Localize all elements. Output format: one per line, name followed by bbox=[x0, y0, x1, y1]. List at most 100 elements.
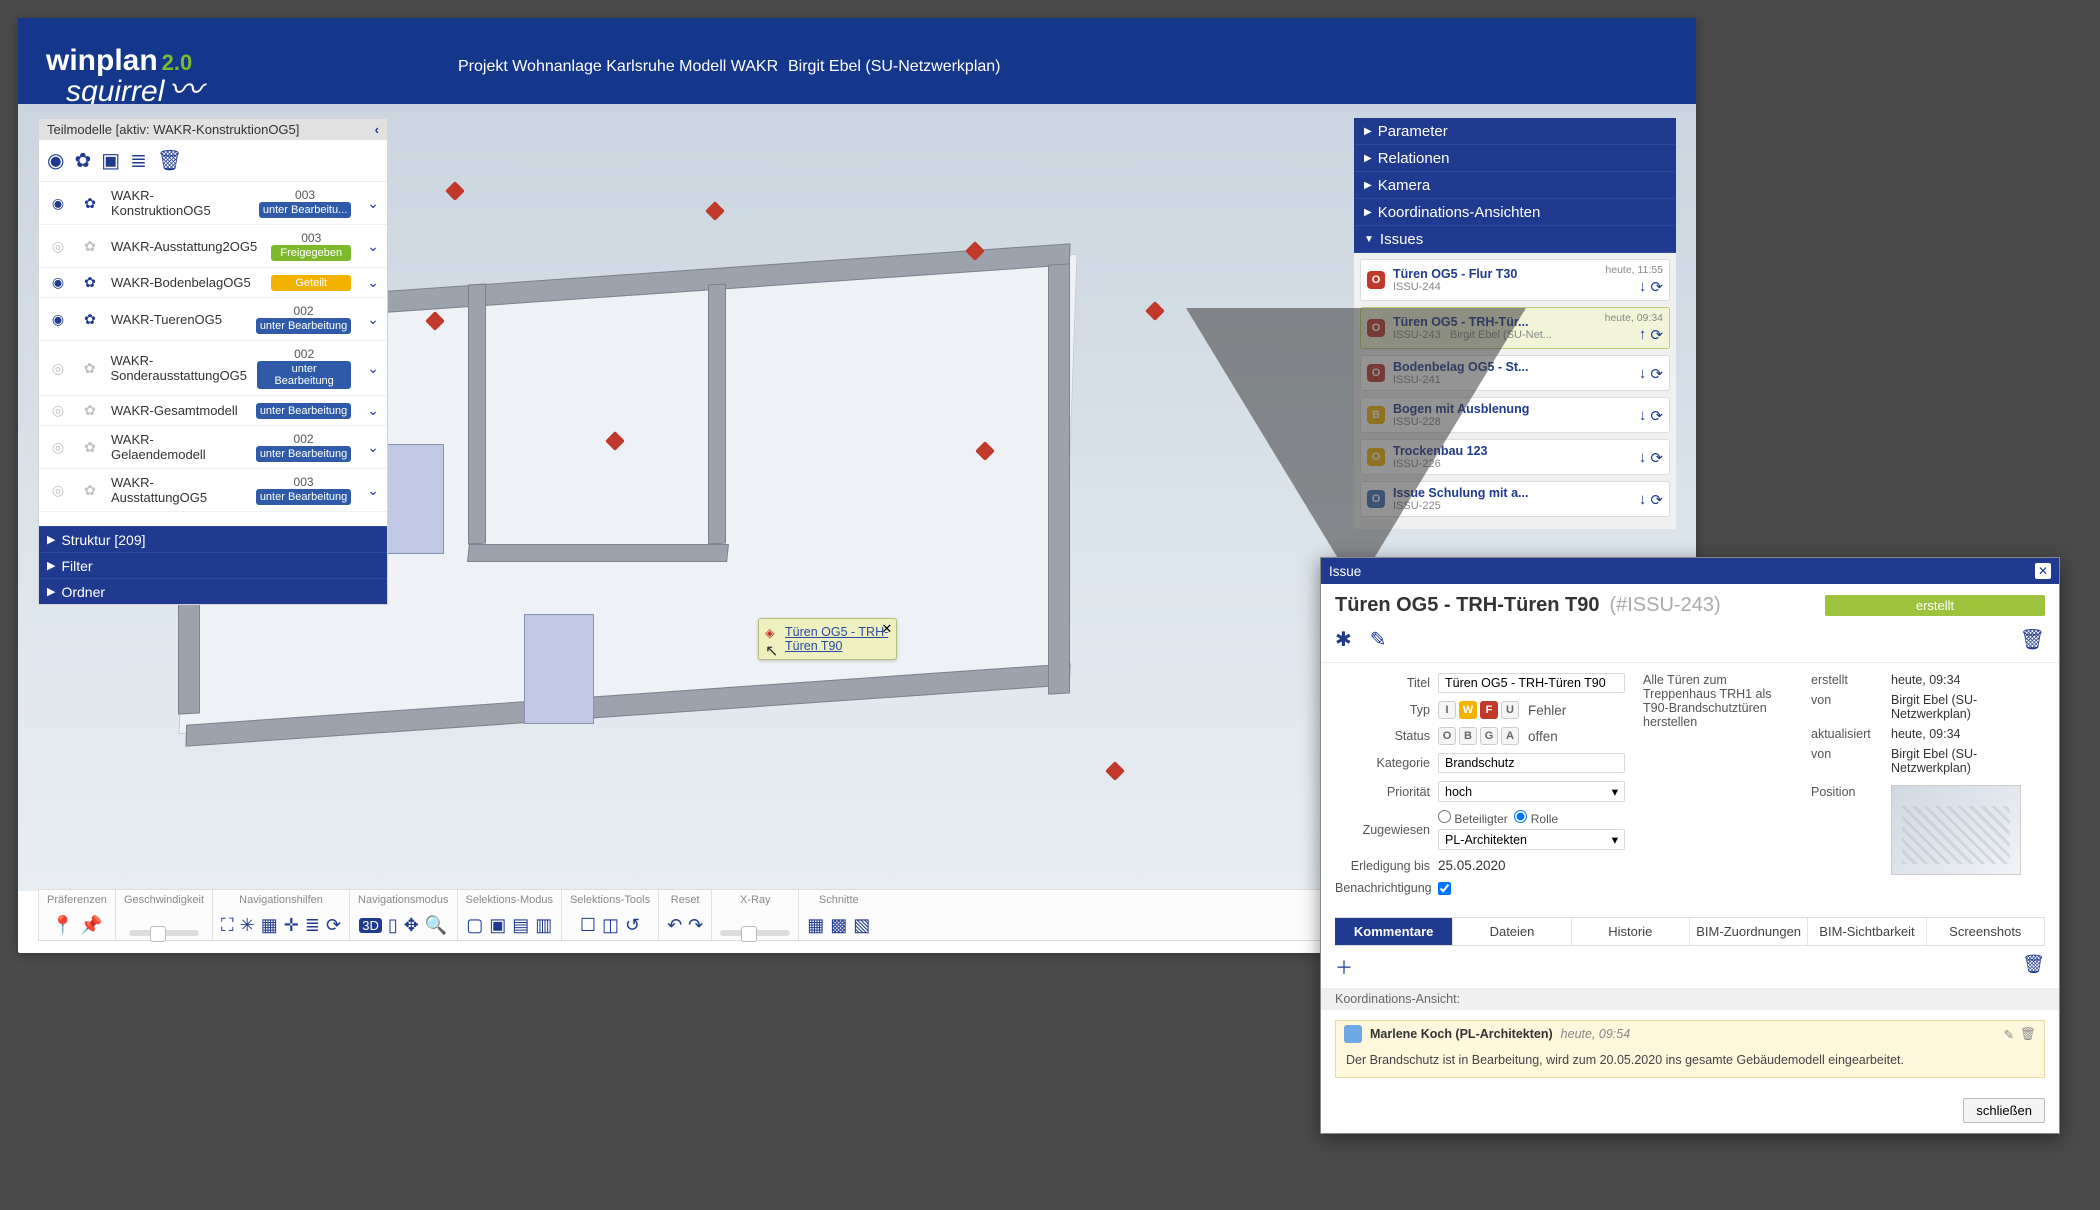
arrow-icon[interactable]: ↓ bbox=[1639, 365, 1647, 383]
section-z-icon[interactable]: ▧ bbox=[853, 915, 870, 936]
chevron-down-icon[interactable]: ⌄ bbox=[367, 360, 379, 377]
issue-tooltip[interactable]: ◈ ✕ Türen OG5 - TRH- Türen T90 ↖ bbox=[758, 618, 897, 660]
refresh-icon[interactable]: ⟳ bbox=[1650, 491, 1663, 509]
titel-input[interactable]: Türen OG5 - TRH-Türen T90 bbox=[1438, 673, 1625, 693]
section-filter[interactable]: ▶Filter bbox=[39, 552, 387, 578]
gear-icon[interactable]: ✿ bbox=[79, 311, 101, 328]
refresh-icon[interactable]: ⟳ bbox=[1650, 278, 1663, 296]
arrow-icon[interactable]: ↓ bbox=[1639, 278, 1647, 296]
trash-icon[interactable]: 🗑 bbox=[2022, 954, 2045, 980]
kategorie-input[interactable]: Brandschutz bbox=[1438, 753, 1625, 773]
compass-icon[interactable]: ✳ bbox=[240, 915, 255, 936]
eye-icon[interactable]: ◉ bbox=[47, 311, 69, 328]
gear-icon[interactable]: ✿ bbox=[79, 439, 101, 456]
tab-dateien[interactable]: Dateien bbox=[1453, 918, 1571, 945]
acc-parameter[interactable]: ▶Parameter bbox=[1354, 118, 1676, 145]
gear-icon[interactable]: ✿ bbox=[74, 148, 91, 173]
zugewiesen-select[interactable]: PL-Architekten▾ bbox=[1438, 829, 1625, 850]
speed-slider[interactable] bbox=[129, 930, 199, 936]
model-row[interactable]: ◉✿WAKR-KonstruktionOG5003unter Bearbeitu… bbox=[39, 182, 387, 225]
mode-3d-icon[interactable]: 3D bbox=[359, 918, 382, 933]
arrow-icon[interactable]: ↑ bbox=[1639, 326, 1647, 344]
issue-card[interactable]: BBogen mit AusblenungISSU-228↓⟳ bbox=[1360, 397, 1670, 433]
gear-icon[interactable]: ✿ bbox=[79, 360, 101, 377]
arrow-icon[interactable]: ↓ bbox=[1639, 491, 1647, 509]
tool-cycle-icon[interactable]: ↺ bbox=[625, 915, 640, 936]
position-thumbnail[interactable] bbox=[1891, 785, 2021, 875]
model-row[interactable]: ◉✿WAKR-BodenbelagOG5Geteilt⌄ bbox=[39, 268, 387, 298]
fullscreen-icon[interactable]: ⛶ bbox=[221, 915, 234, 936]
model-row[interactable]: ◎✿WAKR-AusstattungOG5003unter Bearbeitun… bbox=[39, 469, 387, 512]
model-row[interactable]: ◎✿WAKR-Gesamtmodellunter Bearbeitung⌄ bbox=[39, 396, 387, 426]
mode-zoom-icon[interactable]: 🔍 bbox=[425, 915, 447, 936]
list-icon[interactable]: ≣ bbox=[305, 915, 320, 936]
issue-card[interactable]: OTüren OG5 - TRH-Tür...ISSU-243 Birgit E… bbox=[1360, 307, 1670, 349]
tooltip-link[interactable]: Türen OG5 - TRH- Türen T90 bbox=[785, 625, 888, 653]
typ-w-chip[interactable]: W bbox=[1459, 701, 1477, 719]
sel-single-icon[interactable]: ▢ bbox=[466, 915, 483, 936]
eye-icon[interactable]: ◎ bbox=[47, 439, 69, 456]
mode-pan-icon[interactable]: ✥ bbox=[404, 915, 419, 936]
xray-slider[interactable] bbox=[720, 930, 790, 936]
acc-koordinations-ansichten[interactable]: ▶Koordinations-Ansichten bbox=[1354, 199, 1676, 226]
issue-card[interactable]: OTüren OG5 - Flur T30ISSU-244heute, 11:5… bbox=[1360, 259, 1670, 301]
status-g-chip[interactable]: G bbox=[1480, 727, 1498, 745]
chevron-left-icon[interactable]: ‹ bbox=[375, 122, 379, 137]
list-icon[interactable]: ≣ bbox=[130, 148, 147, 173]
axes-icon[interactable]: ✛ bbox=[284, 915, 299, 936]
eye-icon[interactable]: ◎ bbox=[47, 360, 69, 377]
gear-icon[interactable]: ✿ bbox=[79, 238, 101, 255]
erledigung-value[interactable]: 25.05.2020 bbox=[1438, 858, 1625, 873]
chevron-down-icon[interactable]: ⌄ bbox=[367, 274, 379, 291]
edit-icon[interactable]: ✎ bbox=[1370, 627, 1387, 652]
refresh-icon[interactable]: ⟳ bbox=[1650, 449, 1663, 467]
sel-sub-icon[interactable]: ▤ bbox=[512, 915, 529, 936]
model-row[interactable]: ◎✿WAKR-SonderausstattungOG5002unter Bear… bbox=[39, 341, 387, 396]
trash-icon[interactable]: 🗑 bbox=[2020, 1027, 2036, 1042]
eye-icon[interactable]: ◎ bbox=[47, 238, 69, 255]
undo-icon[interactable]: ↶ bbox=[667, 915, 682, 936]
tooltip-close-icon[interactable]: ✕ bbox=[881, 621, 892, 637]
tab-bim-zuordnungen[interactable]: BIM-Zuordnungen bbox=[1690, 918, 1808, 945]
close-button[interactable]: schließen bbox=[1963, 1098, 2045, 1123]
gear-icon[interactable]: ✿ bbox=[79, 195, 101, 212]
status-b-chip[interactable]: B bbox=[1459, 727, 1477, 745]
issue-window-header[interactable]: Issue ✕ bbox=[1321, 558, 2059, 584]
issue-card[interactable]: OIssue Schulung mit a...ISSU-225↓⟳ bbox=[1360, 481, 1670, 517]
issue-card[interactable]: OTrockenbau 123ISSU-226↓⟳ bbox=[1360, 439, 1670, 475]
arrow-icon[interactable]: ↓ bbox=[1639, 449, 1647, 467]
pin-outline-icon[interactable]: 📌 bbox=[80, 915, 102, 936]
section-y-icon[interactable]: ▩ bbox=[830, 915, 847, 936]
model-row[interactable]: ◉✿WAKR-TuerenOG5002unter Bearbeitung⌄ bbox=[39, 298, 387, 341]
section-ordner[interactable]: ▶Ordner bbox=[39, 578, 387, 604]
typ-i-chip[interactable]: I bbox=[1438, 701, 1456, 719]
chevron-down-icon[interactable]: ⌄ bbox=[367, 482, 379, 499]
benachrichtigung-checkbox[interactable] bbox=[1438, 882, 1451, 895]
acc-relationen[interactable]: ▶Relationen bbox=[1354, 145, 1676, 172]
tab-kommentare[interactable]: Kommentare bbox=[1335, 918, 1453, 945]
tab-bim-sichtbarkeit[interactable]: BIM-Sichtbarkeit bbox=[1808, 918, 1926, 945]
eye-icon[interactable]: ◉ bbox=[47, 195, 69, 212]
eye-icon[interactable]: ◎ bbox=[47, 482, 69, 499]
section-struktur[interactable]: ▶Struktur [209] bbox=[39, 526, 387, 552]
rolle-radio[interactable] bbox=[1514, 810, 1527, 823]
aperture-icon[interactable]: ✱ bbox=[1335, 627, 1352, 652]
camera-icon[interactable]: ▣ bbox=[101, 148, 120, 173]
chevron-down-icon[interactable]: ⌄ bbox=[367, 439, 379, 456]
acc-issues[interactable]: ▼Issues bbox=[1354, 226, 1676, 253]
gear-icon[interactable]: ✿ bbox=[79, 402, 101, 419]
eye-icon[interactable]: ◉ bbox=[47, 148, 64, 173]
close-icon[interactable]: ✕ bbox=[2035, 563, 2051, 579]
model-row[interactable]: ◎✿WAKR-Gelaendemodell002unter Bearbeitun… bbox=[39, 426, 387, 469]
refresh-icon[interactable]: ⟳ bbox=[1650, 407, 1663, 425]
tool-invert-icon[interactable]: ◫ bbox=[602, 915, 619, 936]
redo-icon[interactable]: ↷ bbox=[688, 915, 703, 936]
trash-icon[interactable]: 🗑 bbox=[2020, 627, 2045, 652]
chevron-down-icon[interactable]: ⌄ bbox=[367, 238, 379, 255]
typ-f-chip[interactable]: F bbox=[1480, 701, 1498, 719]
section-x-icon[interactable]: ▦ bbox=[807, 915, 824, 936]
eye-icon[interactable]: ◎ bbox=[47, 402, 69, 419]
sel-all-icon[interactable]: ▥ bbox=[535, 915, 552, 936]
status-a-chip[interactable]: A bbox=[1501, 727, 1519, 745]
status-o-chip[interactable]: O bbox=[1438, 727, 1456, 745]
